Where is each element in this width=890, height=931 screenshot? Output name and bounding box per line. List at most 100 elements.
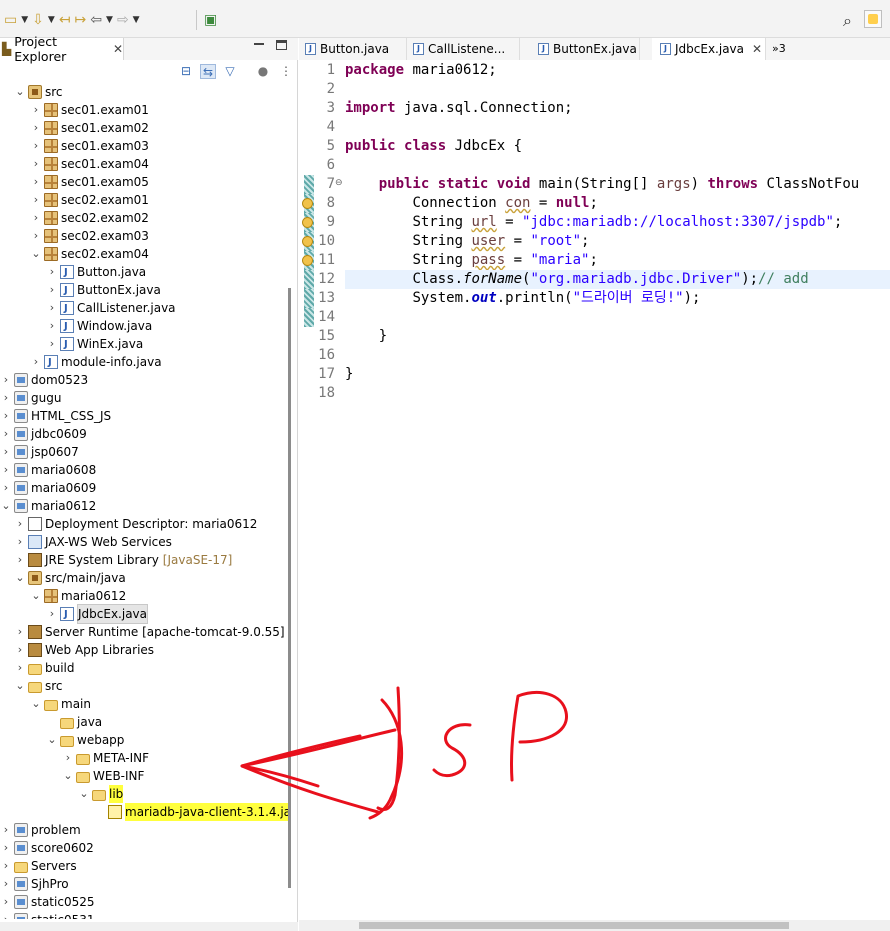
tree-item[interactable]: ⌄ maria0612: [0, 587, 126, 605]
chevron-down-icon[interactable]: ⌄: [78, 785, 90, 803]
chevron-down-icon[interactable]: ▼: [21, 15, 28, 25]
tree-item[interactable]: ⌄ sec02.exam04: [0, 245, 149, 263]
chevron-right-icon[interactable]: ›: [0, 893, 12, 911]
tree-item[interactable]: › static0531: [0, 911, 95, 919]
chevron-down-icon[interactable]: ⌄: [62, 767, 74, 785]
tree-item[interactable]: ⌄ maria0612: [0, 497, 96, 515]
tree-item[interactable]: › module-info.java: [0, 353, 162, 372]
tree-item[interactable]: › META-INF: [0, 749, 149, 767]
chevron-right-icon[interactable]: ›: [14, 551, 26, 569]
pin-editor-icon[interactable]: ▣: [204, 13, 217, 27]
tree-item[interactable]: › CallListener.java: [0, 299, 176, 318]
tree-item[interactable]: ⌄ src/main/java: [0, 569, 126, 587]
tree-item[interactable]: › Web App Libraries: [0, 641, 154, 659]
chevron-right-icon[interactable]: ›: [14, 641, 26, 659]
chevron-right-icon[interactable]: ›: [14, 659, 26, 677]
chevron-down-icon[interactable]: ⌄: [30, 245, 42, 263]
filter-icon[interactable]: ▽: [222, 64, 238, 79]
tree-item[interactable]: › HTML_CSS_JS: [0, 407, 111, 425]
warning-icon[interactable]: [302, 217, 313, 228]
chevron-down-icon[interactable]: ⌄: [14, 83, 26, 101]
warning-icon[interactable]: [302, 198, 313, 209]
tab-buttonex-java[interactable]: J ButtonEx.java: [520, 38, 640, 60]
chevron-right-icon[interactable]: ›: [46, 263, 58, 281]
tree-item[interactable]: ⌄ lib: [0, 785, 124, 803]
chevron-right-icon[interactable]: ›: [0, 911, 12, 919]
open-task-icon[interactable]: ▭: [4, 13, 17, 27]
chevron-right-icon[interactable]: ›: [0, 425, 12, 443]
tree-item[interactable]: › sec02.exam01: [0, 191, 149, 209]
tree-item[interactable]: › gugu: [0, 389, 61, 407]
next-annotation-icon[interactable]: ⇩: [32, 13, 44, 27]
chevron-right-icon[interactable]: ›: [14, 533, 26, 551]
tree-item[interactable]: › build: [0, 659, 75, 677]
fold-icon[interactable]: ⊖: [335, 178, 343, 188]
chevron-right-icon[interactable]: ›: [30, 191, 42, 209]
warning-icon[interactable]: [302, 255, 313, 266]
editor-horizontal-scrollbar[interactable]: [299, 920, 890, 931]
chevron-right-icon[interactable]: ›: [30, 227, 42, 245]
maximize-button[interactable]: [276, 40, 287, 50]
tree-item[interactable]: › static0525: [0, 893, 95, 911]
tree-item[interactable]: › Window.java: [0, 317, 152, 336]
chevron-right-icon[interactable]: ›: [0, 389, 12, 407]
tab-project-explorer[interactable]: ▙ Project Explorer ✕: [0, 34, 124, 64]
forward-edit-icon[interactable]: ↦: [75, 13, 87, 27]
tree-item[interactable]: java: [0, 713, 102, 731]
tree-item[interactable]: › JRE System Library [JavaSE-17]: [0, 551, 232, 569]
tree-item[interactable]: › sec02.exam03: [0, 227, 149, 245]
tab-calllistener-java[interactable]: J CallListene...: [407, 38, 520, 60]
search-icon[interactable]: ⌕: [843, 11, 852, 31]
explorer-scrollbar[interactable]: [288, 288, 291, 888]
tab-button-java[interactable]: J Button.java: [299, 38, 407, 60]
tree-item[interactable]: › sec02.exam02: [0, 209, 149, 227]
chevron-down-icon[interactable]: ▼: [133, 15, 140, 25]
warning-icon[interactable]: [302, 236, 313, 247]
chevron-down-icon[interactable]: ⌄: [14, 569, 26, 587]
collapse-all-icon[interactable]: ⊟: [178, 64, 194, 79]
chevron-right-icon[interactable]: ›: [0, 857, 12, 875]
chevron-right-icon[interactable]: ›: [30, 119, 42, 137]
chevron-right-icon[interactable]: ›: [0, 443, 12, 461]
chevron-right-icon[interactable]: ›: [14, 623, 26, 641]
chevron-right-icon[interactable]: ›: [46, 317, 58, 335]
chevron-right-icon[interactable]: ›: [30, 155, 42, 173]
tree-item[interactable]: › sec01.exam04: [0, 155, 149, 173]
scrollbar-thumb[interactable]: [359, 922, 789, 929]
tree-item[interactable]: › WinEx.java: [0, 335, 143, 354]
tree-item[interactable]: ⌄ webapp: [0, 731, 124, 749]
tab-jdbcex-java[interactable]: J JdbcEx.java ✕: [652, 38, 766, 60]
tree-item[interactable]: › jsp0607: [0, 443, 79, 461]
tree-item[interactable]: › maria0608: [0, 461, 96, 479]
explorer-horizontal-scrollbar[interactable]: [0, 922, 298, 931]
chevron-down-icon[interactable]: ▼: [106, 15, 113, 25]
chevron-down-icon[interactable]: ▼: [48, 15, 55, 25]
tree-item[interactable]: mariadb-java-client-3.1.4.jar: [0, 803, 290, 821]
chevron-down-icon[interactable]: ⌄: [30, 587, 42, 605]
tree-item[interactable]: › sec01.exam03: [0, 137, 149, 155]
tree-item[interactable]: › jdbc0609: [0, 425, 87, 443]
last-edit-icon[interactable]: ↤: [59, 13, 71, 27]
tree-item[interactable]: › score0602: [0, 839, 94, 857]
chevron-right-icon[interactable]: ›: [0, 371, 12, 389]
chevron-right-icon[interactable]: ›: [46, 605, 58, 623]
chevron-down-icon[interactable]: ⌄: [0, 497, 12, 515]
tree-item[interactable]: › dom0523: [0, 371, 88, 389]
chevron-down-icon[interactable]: ⌄: [14, 677, 26, 695]
chevron-right-icon[interactable]: ›: [0, 407, 12, 425]
tree-item[interactable]: › Deployment Descriptor: maria0612: [0, 515, 257, 533]
perspective-icon[interactable]: [864, 10, 882, 28]
chevron-right-icon[interactable]: ›: [30, 173, 42, 191]
tree-item[interactable]: ⌄ src: [0, 677, 62, 695]
tree-item[interactable]: ⌄ WEB-INF: [0, 767, 144, 785]
back-icon[interactable]: ⇦: [90, 13, 102, 27]
chevron-right-icon[interactable]: ›: [30, 209, 42, 227]
minimize-button[interactable]: [254, 43, 264, 45]
tab-overflow-button[interactable]: »3: [772, 42, 786, 55]
chevron-right-icon[interactable]: ›: [46, 299, 58, 317]
chevron-right-icon[interactable]: ›: [30, 137, 42, 155]
tree-item[interactable]: › Servers: [0, 857, 77, 875]
chevron-right-icon[interactable]: ›: [30, 101, 42, 119]
chevron-right-icon[interactable]: ›: [62, 749, 74, 767]
chevron-right-icon[interactable]: ›: [0, 461, 12, 479]
